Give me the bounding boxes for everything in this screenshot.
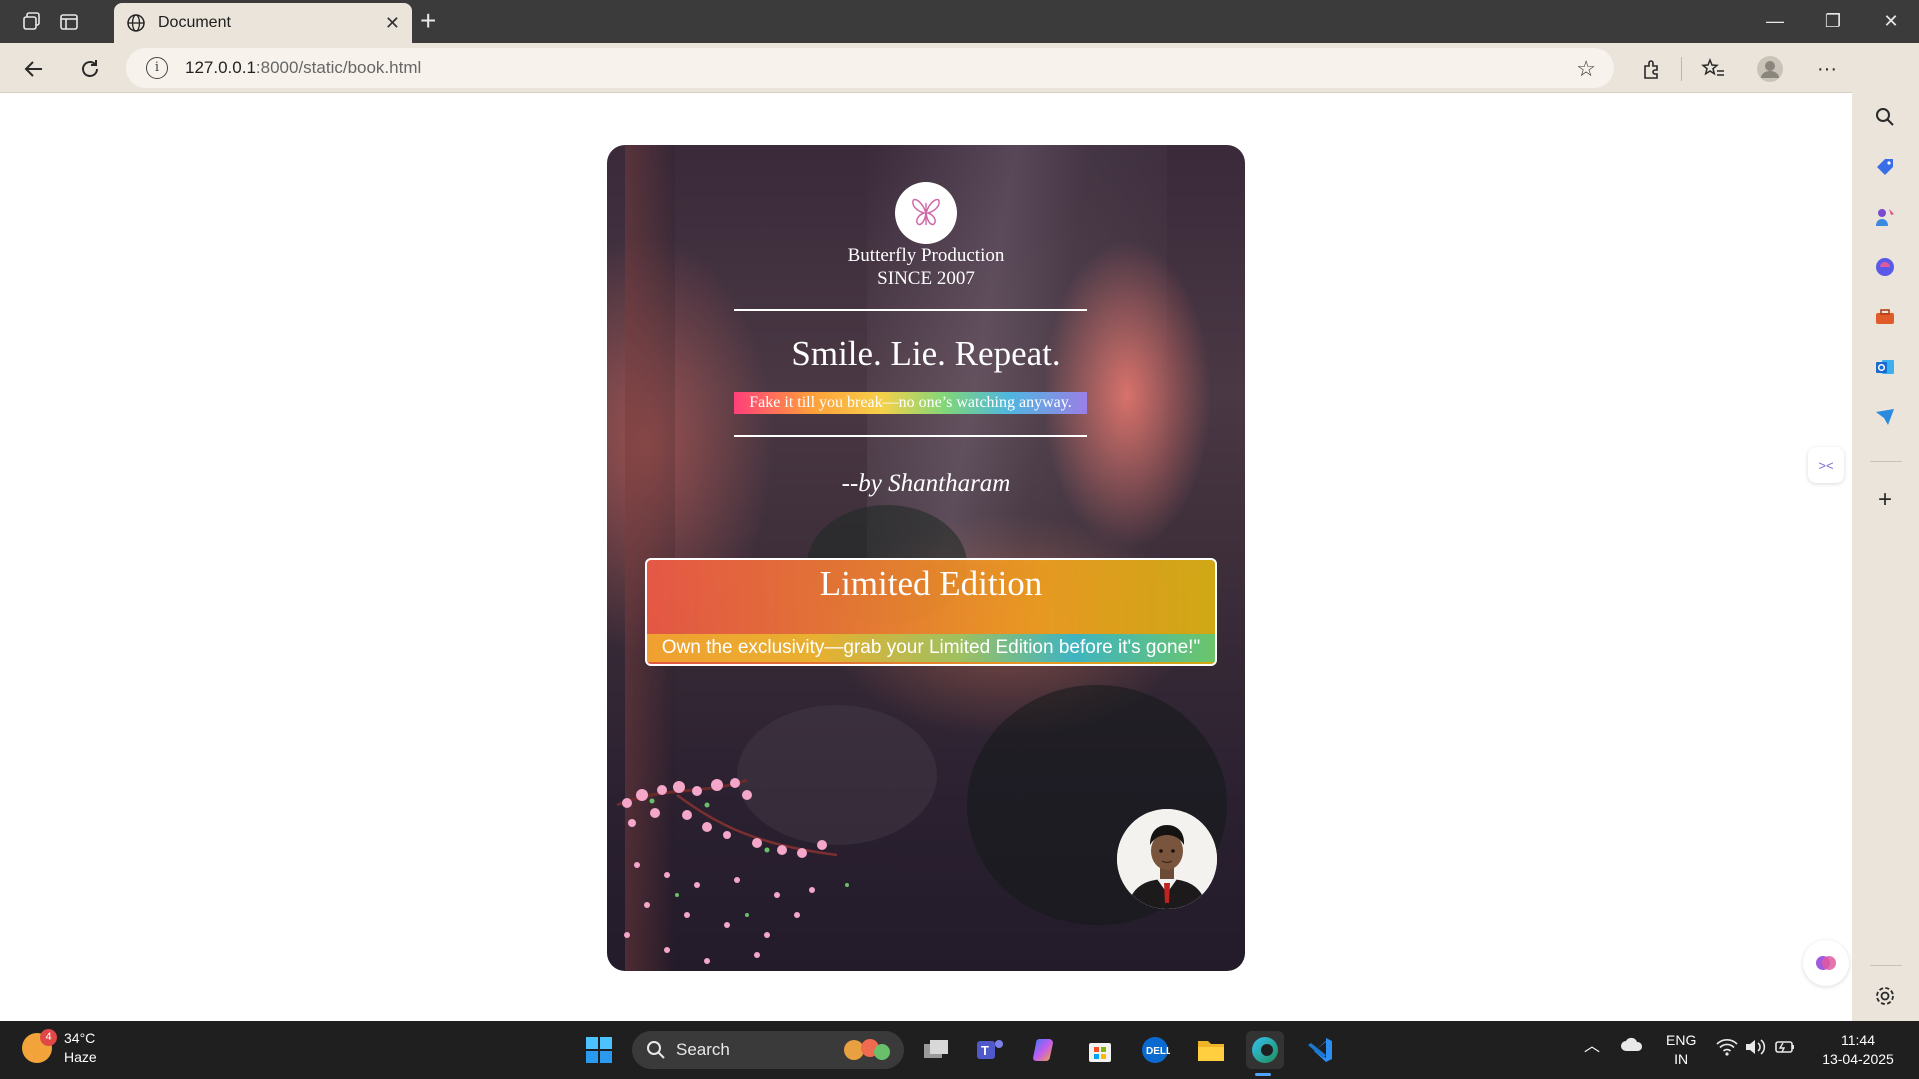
- onedrive-icon[interactable]: [1620, 1035, 1644, 1058]
- weather-sun-icon: 4: [22, 1029, 57, 1063]
- back-icon[interactable]: [18, 53, 50, 85]
- shopping-tag-icon[interactable]: [1868, 150, 1902, 184]
- weather-widget[interactable]: 4 34°C Haze: [22, 1029, 97, 1067]
- microsoft-store-icon[interactable]: [1081, 1031, 1119, 1069]
- window-close-icon[interactable]: ✕: [1863, 6, 1919, 36]
- tab-actions-icon[interactable]: [55, 8, 83, 36]
- volume-icon[interactable]: [1744, 1038, 1766, 1061]
- outlook-icon[interactable]: [1868, 350, 1902, 384]
- more-icon[interactable]: ···: [1811, 53, 1843, 85]
- weather-desc: Haze: [64, 1049, 97, 1065]
- language-indicator[interactable]: ENG IN: [1666, 1031, 1696, 1069]
- book-tagline: Fake it till you break—no one’s watching…: [734, 392, 1087, 414]
- weather-temp: 34°C: [64, 1030, 96, 1046]
- file-explorer-icon[interactable]: [1192, 1031, 1230, 1069]
- games-icon[interactable]: [1868, 200, 1902, 234]
- toolbar-divider: [1681, 57, 1682, 81]
- windows-taskbar: 4 34°C Haze Search T DELL ︿ ENG IN 11:44…: [0, 1021, 1919, 1079]
- address-bar: i 127.0.0.1:8000/static/book.html ☆ ···: [0, 43, 1919, 93]
- divider-top: [734, 309, 1087, 311]
- favorite-star-icon[interactable]: ☆: [1576, 56, 1596, 82]
- site-info-icon[interactable]: i: [146, 57, 168, 79]
- globe-icon: [127, 14, 145, 32]
- refresh-icon[interactable]: [74, 53, 106, 85]
- active-tab[interactable]: Document ✕: [114, 3, 412, 43]
- task-view-icon[interactable]: [917, 1031, 955, 1069]
- workspaces-icon[interactable]: [18, 8, 46, 36]
- page-viewport: Butterfly Production SINCE 2007 Smile. L…: [0, 93, 1852, 1021]
- clock-date: 13-04-2025: [1822, 1051, 1894, 1067]
- sidebar-divider: [1870, 965, 1902, 966]
- url-text: 127.0.0.1:8000/static/book.html: [185, 58, 421, 78]
- taskbar-search[interactable]: Search: [632, 1031, 904, 1069]
- restore-icon[interactable]: ❐: [1805, 6, 1861, 36]
- settings-icon[interactable]: [1868, 979, 1902, 1013]
- url-field[interactable]: i 127.0.0.1:8000/static/book.html ☆: [126, 48, 1614, 88]
- extensions-icon[interactable]: [1636, 53, 1668, 85]
- search-icon[interactable]: [1868, 100, 1902, 134]
- copilot-app-icon[interactable]: [1868, 250, 1902, 284]
- brand-name: Butterfly Production: [847, 245, 1005, 266]
- limited-edition-box: Limited Edition Own the exclusivity—grab…: [645, 558, 1217, 666]
- active-app-indicator: [1255, 1073, 1271, 1076]
- windows-start-icon[interactable]: [580, 1031, 618, 1069]
- tab-title: Document: [158, 14, 231, 31]
- copilot-taskbar-icon[interactable]: [1026, 1031, 1064, 1069]
- search-highlight-icon: [844, 1039, 890, 1060]
- collapse-sidebar-icon[interactable]: ><: [1808, 447, 1844, 483]
- book-title: Smile. Lie. Repeat.: [791, 334, 1061, 373]
- brand-since: SINCE 2007: [877, 268, 975, 289]
- divider-bottom: [734, 435, 1087, 437]
- edition-subtitle: Own the exclusivity—grab your Limited Ed…: [647, 634, 1215, 662]
- language-primary: ENG: [1666, 1032, 1697, 1048]
- url-host: 127.0.0.1: [185, 58, 256, 77]
- tools-icon[interactable]: [1868, 300, 1902, 334]
- butterfly-logo-icon: [895, 182, 957, 244]
- svg-text:T: T: [981, 1043, 989, 1058]
- edition-title: Limited Edition: [819, 564, 1043, 603]
- clock[interactable]: 11:44 13-04-2025: [1818, 1031, 1898, 1069]
- dell-icon[interactable]: DELL: [1136, 1031, 1174, 1069]
- teams-icon[interactable]: T: [971, 1031, 1009, 1069]
- close-icon[interactable]: ✕: [385, 13, 400, 34]
- language-secondary: IN: [1674, 1051, 1689, 1067]
- url-path: :8000/static/book.html: [255, 58, 422, 77]
- send-icon[interactable]: [1868, 400, 1902, 434]
- new-tab-icon[interactable]: +: [420, 6, 436, 36]
- svg-text:DELL: DELL: [1146, 1046, 1170, 1057]
- sidebar-divider: [1870, 461, 1902, 462]
- edge-sidebar: +: [1852, 43, 1919, 1021]
- search-icon: [647, 1041, 665, 1059]
- minimize-icon[interactable]: —: [1747, 6, 1803, 36]
- tab-strip: Document ✕ + — ❐ ✕: [0, 0, 1919, 43]
- search-label: Search: [676, 1040, 730, 1059]
- ai-assistant-icon[interactable]: [1803, 940, 1849, 986]
- profile-icon[interactable]: [1754, 53, 1786, 85]
- favorites-icon[interactable]: [1697, 53, 1729, 85]
- notification-badge: 4: [40, 1029, 57, 1046]
- show-hidden-icons-icon[interactable]: ︿: [1584, 1037, 1600, 1056]
- author-avatar: [1117, 809, 1217, 909]
- vscode-icon[interactable]: [1301, 1031, 1339, 1069]
- add-icon[interactable]: +: [1868, 483, 1902, 517]
- battery-icon[interactable]: [1774, 1038, 1796, 1061]
- wifi-icon[interactable]: [1716, 1038, 1738, 1061]
- edge-browser-icon[interactable]: [1246, 1031, 1284, 1069]
- cherry-blossoms-image: [616, 778, 849, 964]
- book-cover: Butterfly Production SINCE 2007 Smile. L…: [607, 145, 1245, 971]
- book-author: --by Shantharam: [841, 470, 1011, 497]
- clock-time: 11:44: [1841, 1032, 1875, 1048]
